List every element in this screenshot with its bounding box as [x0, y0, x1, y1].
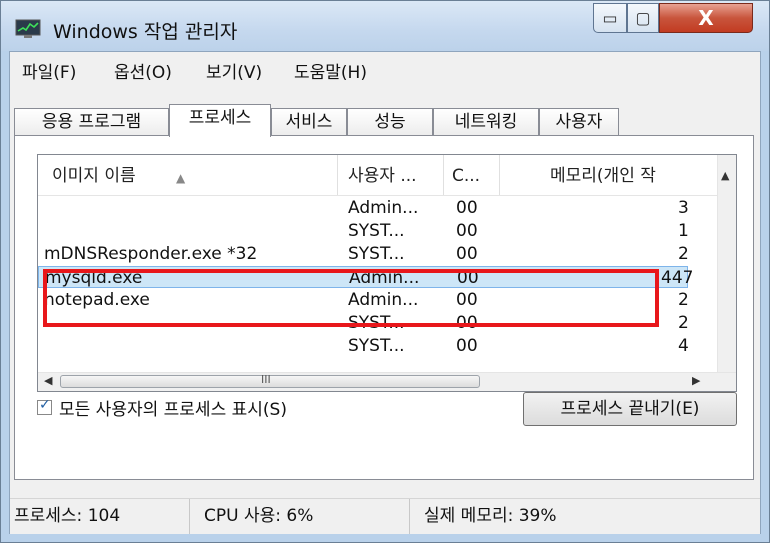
process-memory: 2 — [678, 290, 689, 310]
task-manager-icon — [15, 19, 41, 38]
sort-ascending-icon: ▲ — [176, 171, 186, 185]
column-memory[interactable]: 메모리(개인 작 — [500, 155, 718, 195]
process-user: SYST... — [348, 244, 405, 264]
column-image-name[interactable]: 이미지 이름 ▲ — [38, 155, 338, 195]
table-row[interactable]: mDNSResponder.exe *32 SYST... 00 2 — [38, 243, 689, 265]
tab-strip: 응용 프로그램 프로세스 서비스 성능 네트워킹 사용자 — [10, 104, 760, 137]
scroll-up-icon: ▲ — [721, 169, 730, 182]
tab-performance[interactable]: 성능 — [347, 108, 433, 136]
column-image-name-label: 이미지 이름 — [52, 166, 136, 186]
process-user: Admin... — [348, 198, 419, 218]
task-manager-window: Windows 작업 관리자 ▭ ▢ X 파일(F) 옵션(O) 보기(V) 도… — [0, 0, 770, 543]
scroll-up-button[interactable]: ▲ — [717, 155, 736, 195]
vertical-scrollbar[interactable] — [717, 195, 736, 373]
menu-bar: 파일(F) 옵션(O) 보기(V) 도움말(H) — [10, 52, 760, 84]
process-memory: 3 — [678, 198, 689, 218]
minimize-icon: ▭ — [602, 8, 618, 28]
process-cpu: 00 — [456, 336, 478, 351]
menu-options[interactable]: 옵션(O) — [114, 58, 172, 83]
status-bar: 프로세스: 104 CPU 사용: 6% 실제 메모리: 39% — [10, 498, 760, 534]
process-cpu: 00 — [456, 221, 478, 241]
status-memory-usage: 실제 메모리: 39% — [424, 506, 557, 526]
process-cpu: 00 — [456, 244, 478, 264]
close-icon: X — [698, 6, 714, 30]
scroll-grip: III — [261, 373, 271, 386]
show-all-users-checkbox[interactable]: ✓ — [37, 397, 52, 415]
table-row[interactable]: SYST... 00 4 — [38, 335, 688, 351]
list-header: 이미지 이름 ▲ 사용자 ... C... 메모리(개인 작 ▲ — [38, 155, 736, 196]
process-user: SYST... — [348, 336, 405, 351]
process-cpu: 00 — [456, 198, 478, 218]
process-memory: 2 — [678, 313, 689, 333]
process-memory: 1 — [678, 221, 689, 241]
process-user: SYST... — [348, 221, 405, 241]
tab-services[interactable]: 서비스 — [271, 108, 347, 136]
menu-help[interactable]: 도움말(H) — [294, 58, 367, 83]
tab-applications[interactable]: 응용 프로그램 — [14, 108, 169, 136]
tab-processes[interactable]: 프로세스 — [169, 104, 271, 137]
highlight-annotation-box — [43, 269, 659, 327]
minimize-button[interactable]: ▭ — [593, 3, 627, 33]
maximize-icon: ▢ — [635, 8, 651, 28]
status-process-count: 프로세스: 104 — [10, 499, 190, 534]
process-memory: 4 — [678, 336, 688, 351]
scroll-right-icon[interactable]: ▶ — [692, 374, 700, 387]
process-name: mDNSResponder.exe *32 — [44, 244, 258, 264]
column-cpu[interactable]: C... — [444, 155, 500, 195]
table-row[interactable]: Admin... 00 3 — [38, 197, 689, 219]
close-button[interactable]: X — [659, 3, 753, 33]
horizontal-scrollbar[interactable]: ◀ III ▶ — [38, 372, 736, 391]
checkmark-icon: ✓ — [39, 397, 51, 413]
table-row[interactable]: SYST... 00 1 — [38, 220, 689, 242]
column-user[interactable]: 사용자 ... — [338, 155, 444, 195]
title-bar[interactable]: Windows 작업 관리자 ▭ ▢ X — [1, 1, 769, 51]
menu-view[interactable]: 보기(V) — [206, 58, 262, 83]
end-process-button[interactable]: 프로세스 끝내기(E) — [523, 392, 737, 426]
show-all-users-label[interactable]: 모든 사용자의 프로세스 표시(S) — [59, 395, 287, 420]
tab-networking[interactable]: 네트워킹 — [433, 108, 539, 136]
maximize-button[interactable]: ▢ — [627, 3, 659, 33]
process-memory: 2 — [678, 244, 689, 264]
tab-users[interactable]: 사용자 — [539, 108, 619, 136]
status-cpu-usage: CPU 사용: 6% — [190, 499, 410, 534]
menu-file[interactable]: 파일(F) — [22, 58, 76, 83]
process-memory: 447 — [661, 268, 694, 288]
scroll-left-icon[interactable]: ◀ — [44, 374, 52, 387]
scroll-thumb[interactable]: III — [60, 373, 480, 388]
window-title: Windows 작업 관리자 — [53, 21, 238, 43]
